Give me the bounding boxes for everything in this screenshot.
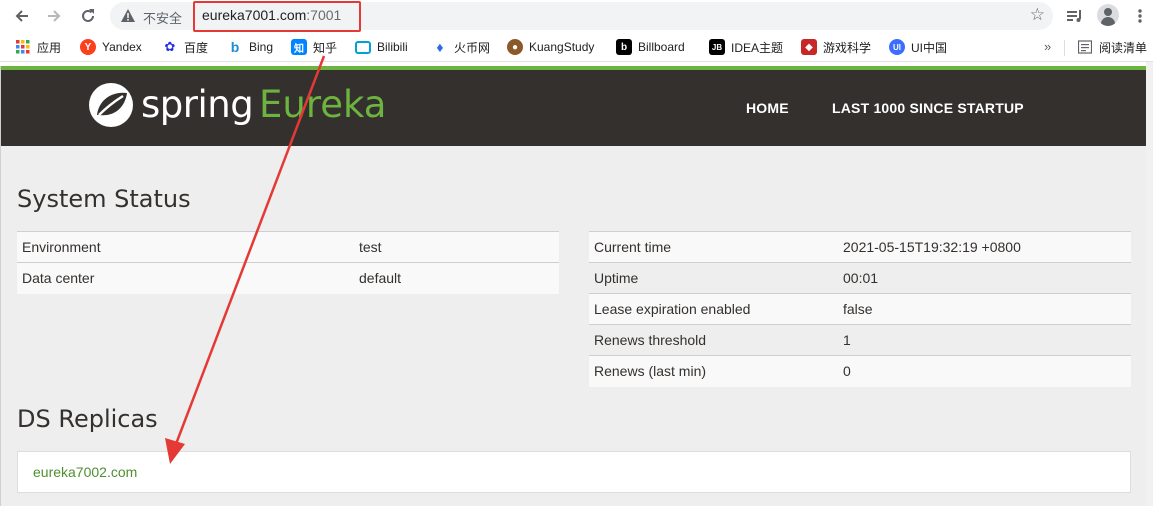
brand-spring-text[interactable]: spring bbox=[141, 83, 254, 126]
reload-icon[interactable] bbox=[76, 4, 100, 28]
baidu-icon: ✿ bbox=[164, 39, 176, 54]
system-status-right-table: Current time 2021-05-15T19:32:19 +0800 U… bbox=[589, 231, 1131, 387]
kuangstudy-icon: ● bbox=[507, 39, 523, 55]
spring-leaf-logo-icon[interactable] bbox=[87, 81, 135, 129]
status-value: default bbox=[354, 262, 559, 294]
bookmark-label: 应用 bbox=[37, 40, 62, 55]
page-scrollbar[interactable] bbox=[1146, 62, 1153, 506]
bookmark-huobi[interactable]: ♦ 火币网 bbox=[432, 38, 490, 56]
bookmark-baidu[interactable]: ✿ 百度 bbox=[162, 38, 208, 56]
bing-icon: b bbox=[230, 39, 240, 55]
table-row: Lease expiration enabled false bbox=[589, 293, 1131, 325]
bookmark-billboard[interactable]: b Billboard bbox=[616, 38, 685, 56]
bookmark-label: 游戏科学 bbox=[823, 40, 872, 55]
warning-icon[interactable] bbox=[120, 8, 136, 24]
bookmark-label: Billboard bbox=[638, 40, 685, 54]
status-key: Current time bbox=[589, 231, 838, 263]
menu-kebab-icon[interactable] bbox=[1134, 4, 1146, 28]
replica-link[interactable]: eureka7002.com bbox=[33, 464, 137, 480]
status-key: Uptime bbox=[589, 262, 838, 294]
bookmark-label: Bilibili bbox=[377, 40, 408, 54]
table-row: Renews threshold 1 bbox=[589, 324, 1131, 356]
media-control-icon[interactable] bbox=[1065, 4, 1085, 28]
bookmark-zhihu[interactable]: 知 知乎 bbox=[291, 38, 337, 56]
jetbrains-icon: JB bbox=[709, 39, 725, 55]
bookmark-yandex[interactable]: Y Yandex bbox=[80, 38, 142, 56]
bookmark-apps[interactable]: 应用 bbox=[15, 38, 61, 56]
url-highlight-box bbox=[193, 1, 361, 32]
status-key: Renews (last min) bbox=[589, 355, 838, 387]
reading-list-icon bbox=[1077, 39, 1093, 55]
eureka-header: spring Eureka HOME LAST 1000 SINCE START… bbox=[1, 70, 1147, 146]
table-row: Uptime 00:01 bbox=[589, 262, 1131, 294]
nav-home-link[interactable]: HOME bbox=[746, 100, 789, 116]
ui-china-icon: UI bbox=[889, 39, 905, 55]
bookmark-star-icon[interactable]: ☆ bbox=[1030, 5, 1045, 25]
browser-toolbar: 不安全 eureka7001.com:7001 ☆ bbox=[0, 0, 1153, 32]
bookmark-label: Yandex bbox=[102, 40, 142, 54]
ds-replicas-box: eureka7002.com bbox=[17, 451, 1131, 493]
bookmark-bilibili[interactable]: Bilibili bbox=[355, 38, 408, 56]
status-value: 00:01 bbox=[838, 262, 1131, 294]
insecure-label[interactable]: 不安全 bbox=[143, 8, 182, 27]
status-value: 2021-05-15T19:32:19 +0800 bbox=[838, 231, 1131, 263]
profile-avatar-icon[interactable] bbox=[1097, 4, 1119, 26]
bookmarks-bar: 应用 Y Yandex ✿ 百度 b Bing 知 知乎 Bilibili ♦ … bbox=[0, 32, 1153, 62]
status-value: 1 bbox=[838, 324, 1131, 356]
game-science-icon: ◆ bbox=[801, 39, 817, 55]
bookmark-game-science[interactable]: ◆ 游戏科学 bbox=[801, 38, 871, 56]
status-value: false bbox=[838, 293, 1131, 325]
brand-eureka-text[interactable]: Eureka bbox=[259, 83, 386, 126]
huobi-icon: ♦ bbox=[436, 39, 444, 55]
system-status-left-table: Environment test Data center default bbox=[17, 231, 559, 294]
back-arrow-icon[interactable] bbox=[10, 4, 34, 28]
status-key: Renews threshold bbox=[589, 324, 838, 356]
bookmark-label: Bing bbox=[249, 40, 274, 54]
zhihu-icon: 知 bbox=[291, 39, 307, 55]
bookmark-bing[interactable]: b Bing bbox=[227, 38, 273, 56]
apps-grid-icon bbox=[15, 39, 31, 55]
bilibili-icon bbox=[355, 40, 371, 54]
reading-list-label: 阅读清单 bbox=[1099, 40, 1148, 55]
bookmark-label: 火币网 bbox=[454, 40, 491, 55]
bookmark-label: 知乎 bbox=[313, 40, 338, 55]
yandex-icon: Y bbox=[80, 39, 96, 55]
status-key: Data center bbox=[17, 262, 354, 294]
status-key: Lease expiration enabled bbox=[589, 293, 838, 325]
status-key: Environment bbox=[17, 231, 354, 263]
bookmark-label: KuangStudy bbox=[529, 40, 595, 54]
table-row: Data center default bbox=[17, 262, 559, 294]
ds-replicas-title: DS Replicas bbox=[17, 405, 158, 433]
table-row: Current time 2021-05-15T19:32:19 +0800 bbox=[589, 231, 1131, 263]
bookmark-label: 百度 bbox=[184, 40, 209, 55]
bookmark-label: UI中国 bbox=[911, 40, 948, 55]
eureka-page: spring Eureka HOME LAST 1000 SINCE START… bbox=[0, 66, 1147, 506]
bookmark-kuangstudy[interactable]: ● KuangStudy bbox=[507, 38, 594, 56]
forward-arrow-icon[interactable] bbox=[42, 4, 66, 28]
bookmark-label: IDEA主题 bbox=[731, 40, 784, 55]
status-value: 0 bbox=[838, 355, 1131, 387]
nav-last-1000-link[interactable]: LAST 1000 SINCE STARTUP bbox=[832, 100, 1024, 116]
table-row: Renews (last min) 0 bbox=[589, 355, 1131, 387]
bookmark-idea[interactable]: JB IDEA主题 bbox=[709, 38, 783, 56]
table-row: Environment test bbox=[17, 231, 559, 263]
status-value: test bbox=[354, 231, 559, 263]
system-status-title: System Status bbox=[17, 185, 191, 213]
bookmarks-more-button[interactable]: » bbox=[1044, 39, 1051, 54]
billboard-icon: b bbox=[616, 39, 632, 55]
bookmark-ui-china[interactable]: UI UI中国 bbox=[889, 38, 947, 56]
reading-list-button[interactable]: 阅读清单 bbox=[1077, 38, 1147, 56]
bookmarks-divider bbox=[1064, 40, 1065, 56]
